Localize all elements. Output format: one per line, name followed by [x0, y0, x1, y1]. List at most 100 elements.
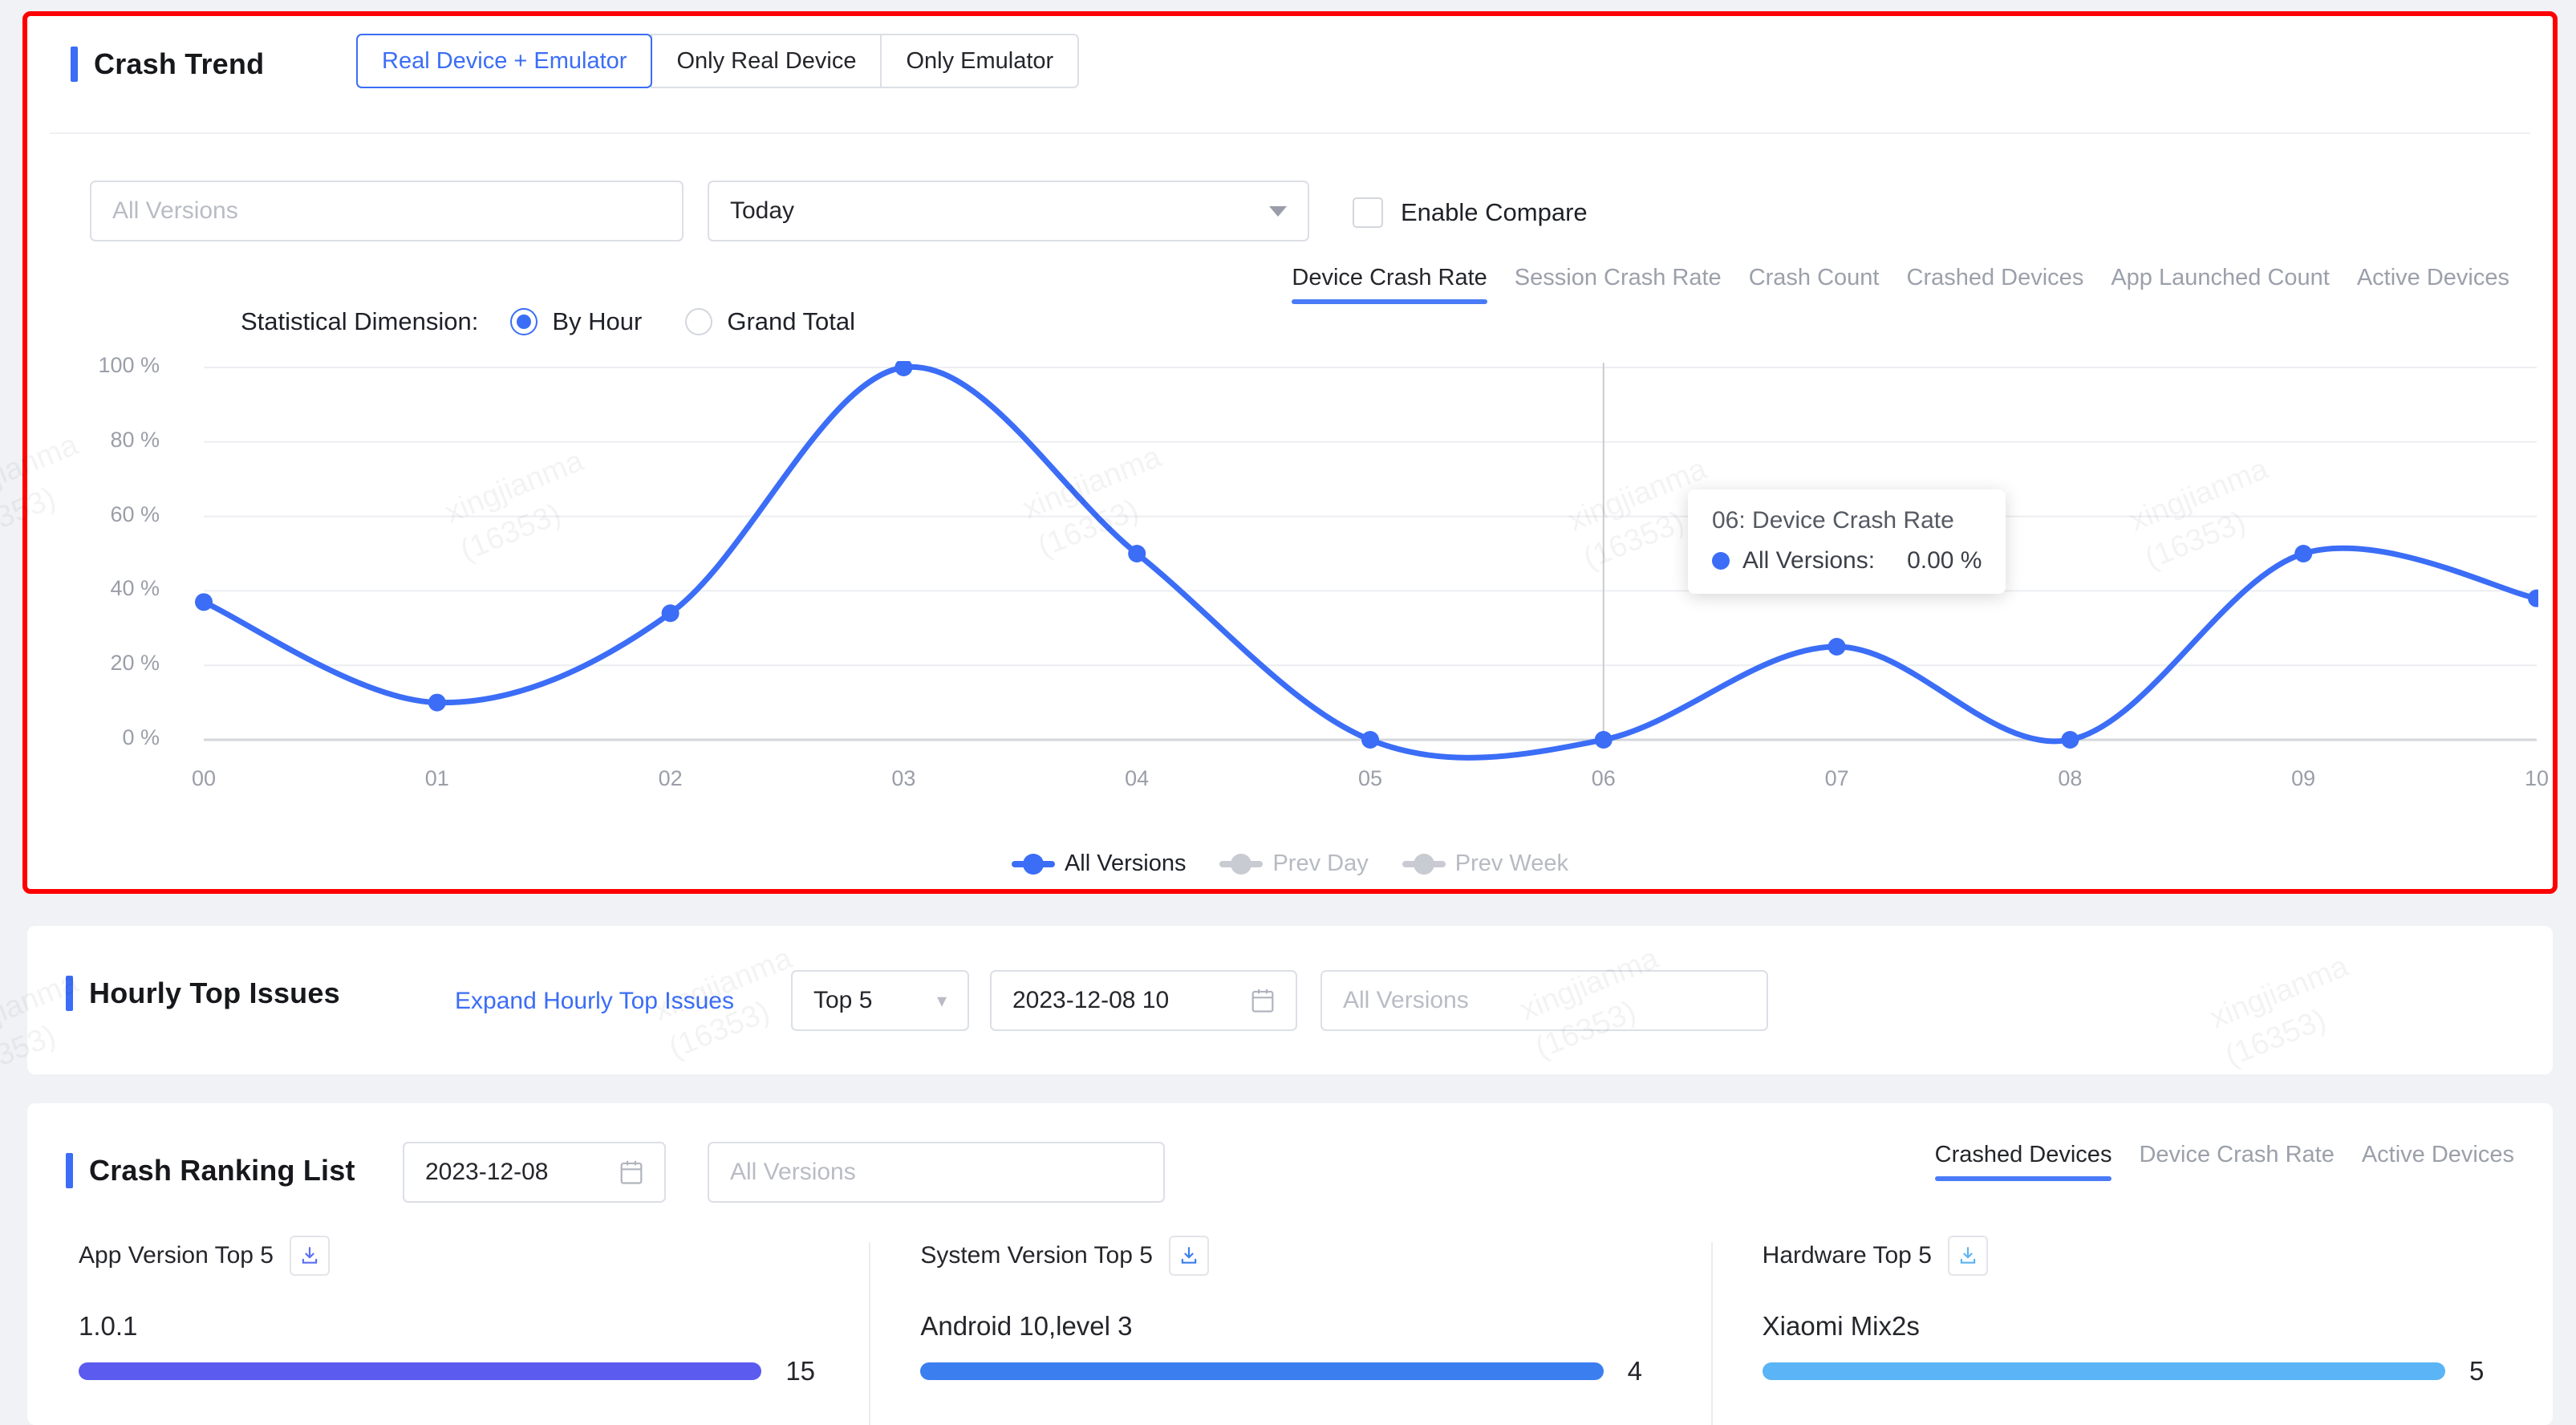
- chart-plot-area: [195, 361, 2538, 761]
- chart-x-tick-label: 01: [424, 766, 449, 790]
- title-accent-bar: [66, 976, 73, 1011]
- tooltip-series-name: All Versions:: [1742, 547, 1876, 574]
- ranking-item-value: 15: [785, 1356, 816, 1386]
- title-accent-bar: [71, 47, 78, 82]
- enable-compare-label: Enable Compare: [1401, 198, 1588, 226]
- ranking-column-title: System Version Top 5: [920, 1242, 1153, 1269]
- series-color-dot-icon: [1712, 552, 1730, 570]
- chart-x-tick-label: 00: [191, 766, 217, 790]
- radio-by-hour-label: By Hour: [552, 307, 643, 335]
- date-range-value: Today: [730, 197, 795, 224]
- ranking-bar-track: [1762, 1362, 2445, 1380]
- tab-crash-count[interactable]: Crash Count: [1749, 265, 1880, 304]
- chart-legend[interactable]: All Versions Prev Day Prev Week: [27, 851, 2553, 877]
- page-title: Crash Trend: [94, 47, 265, 80]
- version-input-placeholder: All Versions: [112, 197, 238, 224]
- legend-marker-icon: [1011, 860, 1055, 867]
- crash-dashboard-page: xingjianma (16353) xingjianma (16353) xi…: [0, 0, 2576, 1425]
- chart-y-tick-label: 20 %: [110, 651, 160, 676]
- radio-by-hour[interactable]: [510, 308, 538, 335]
- ranking-columns: App Version Top 5 1.0.1 15 System Versio…: [27, 1236, 2553, 1425]
- chart-x-tick-label: 02: [658, 766, 683, 790]
- chart-x-tick-label: 07: [1824, 766, 1849, 790]
- segment-real-device-emulator[interactable]: Real Device + Emulator: [356, 34, 653, 88]
- tab-crashed-devices[interactable]: Crashed Devices: [1934, 1142, 2112, 1181]
- ranking-item-value: 4: [1627, 1356, 1643, 1386]
- ranking-column-title: Hardware Top 5: [1762, 1242, 1932, 1269]
- crash-ranking-tabs[interactable]: Crashed Devices Device Crash Rate Active…: [1934, 1142, 2514, 1181]
- ranking-item-label: Xiaomi Mix2s: [1762, 1311, 1920, 1341]
- calendar-icon: [620, 1160, 643, 1184]
- chevron-down-icon: [1269, 205, 1287, 217]
- chevron-down-icon: ▾: [936, 989, 947, 1012]
- ranking-item-value: 5: [2468, 1356, 2485, 1386]
- hourly-top-issues-title: Hourly Top Issues: [89, 976, 340, 1009]
- ranking-item-row: 5: [1762, 1356, 2501, 1386]
- hourly-top-issues-card: Hourly Top Issues Expand Hourly Top Issu…: [27, 926, 2553, 1074]
- download-icon[interactable]: [1947, 1236, 1988, 1276]
- ranking-item-label: Android 10,level 3: [920, 1311, 1133, 1341]
- ranking-column-header: Hardware Top 5: [1763, 1236, 2501, 1276]
- crash-ranking-date-input[interactable]: 2023-12-08: [403, 1142, 666, 1203]
- chart-y-tick-label: 0 %: [122, 725, 160, 749]
- tab-app-launched-count[interactable]: App Launched Count: [2111, 265, 2330, 304]
- expand-hourly-top-issues-link[interactable]: Expand Hourly Top Issues: [455, 927, 734, 1075]
- chart-y-tick-label: 80 %: [110, 427, 160, 452]
- legend-item-prev-week[interactable]: Prev Week: [1402, 851, 1568, 877]
- legend-item-prev-day[interactable]: Prev Day: [1219, 851, 1369, 877]
- hourly-version-input[interactable]: All Versions: [1320, 970, 1768, 1031]
- hourly-datetime-input[interactable]: 2023-12-08 10: [990, 970, 1297, 1031]
- legend-item-all-versions[interactable]: All Versions: [1011, 851, 1187, 877]
- download-icon[interactable]: [1168, 1236, 1209, 1276]
- legend-marker-icon: [1402, 860, 1446, 867]
- legend-label: Prev Day: [1272, 851, 1369, 876]
- radio-grand-total[interactable]: [685, 308, 713, 335]
- chart-y-tick-label: 40 %: [110, 576, 160, 601]
- legend-label: All Versions: [1064, 851, 1187, 876]
- chart-tooltip: 06: Device Crash Rate All Versions: 0.00…: [1688, 489, 2006, 594]
- hourly-version-placeholder: All Versions: [1343, 987, 1469, 1013]
- hourly-top-issues-header: Hourly Top Issues: [66, 976, 340, 1011]
- top-n-select[interactable]: Top 5 ▾: [791, 970, 969, 1031]
- version-input[interactable]: All Versions: [90, 181, 684, 242]
- chart-x-tick-label: 06: [1591, 766, 1616, 790]
- metric-tabs[interactable]: Device Crash Rate Session Crash Rate Cra…: [1292, 265, 2509, 304]
- ranking-bar-fill: [920, 1362, 1604, 1380]
- segment-only-emulator[interactable]: Only Emulator: [880, 34, 1080, 88]
- tab-crashed-devices[interactable]: Crashed Devices: [1907, 265, 2084, 304]
- tab-device-crash-rate[interactable]: Device Crash Rate: [1292, 265, 1488, 304]
- crash-trend-card: Crash Trend Real Device + Emulator Only …: [22, 11, 2558, 894]
- ranking-column-system-version: System Version Top 5 Android 10,level 3 …: [869, 1236, 1710, 1425]
- tooltip-series-value: 0.00 %: [1907, 547, 1982, 574]
- legend-marker-icon: [1219, 860, 1264, 867]
- ranking-column-app-version: App Version Top 5 1.0.1 15: [27, 1236, 869, 1425]
- ranking-bar-track: [79, 1362, 762, 1380]
- tab-active-devices[interactable]: Active Devices: [2357, 265, 2509, 304]
- statistical-dimension-group[interactable]: Statistical Dimension: By Hour Grand Tot…: [241, 307, 855, 336]
- ranking-bar-fill: [79, 1362, 762, 1380]
- enable-compare-checkbox[interactable]: Enable Compare: [1353, 197, 1588, 228]
- crash-ranking-card: Crash Ranking List 2023-12-08 All Versio…: [27, 1103, 2553, 1425]
- ranking-item-row: 4: [920, 1356, 1659, 1386]
- device-filter-group[interactable]: Real Device + Emulator Only Real Device …: [356, 34, 1080, 88]
- statistical-dimension-label: Statistical Dimension:: [241, 307, 479, 335]
- checkbox-box-icon[interactable]: [1353, 197, 1383, 228]
- download-icon[interactable]: [289, 1236, 330, 1276]
- tab-session-crash-rate[interactable]: Session Crash Rate: [1515, 265, 1722, 304]
- segment-only-real-device[interactable]: Only Real Device: [651, 34, 882, 88]
- tab-active-devices[interactable]: Active Devices: [2362, 1142, 2514, 1181]
- date-range-select[interactable]: Today: [708, 181, 1309, 242]
- calendar-icon: [1251, 989, 1274, 1013]
- tooltip-row: All Versions: 0.00 %: [1712, 547, 1982, 574]
- chart-y-tick-label: 60 %: [110, 501, 160, 526]
- tab-device-crash-rate[interactable]: Device Crash Rate: [2139, 1142, 2334, 1181]
- tooltip-title: 06: Device Crash Rate: [1712, 507, 1954, 534]
- top-n-value: Top 5: [813, 987, 873, 1013]
- crash-ranking-header: Crash Ranking List: [66, 1153, 355, 1188]
- crash-ranking-version-input[interactable]: All Versions: [708, 1142, 1165, 1203]
- legend-label: Prev Week: [1454, 851, 1569, 876]
- crash-trend-chart[interactable]: 0 % 20 % 40 % 60 % 80 % 100 % 00 01 02 03 04 05 06 0…: [98, 353, 2549, 842]
- ranking-column-header: System Version Top 5: [920, 1236, 1659, 1276]
- crash-trend-header: Crash Trend: [71, 47, 264, 82]
- radio-grand-total-label: Grand Total: [727, 307, 856, 335]
